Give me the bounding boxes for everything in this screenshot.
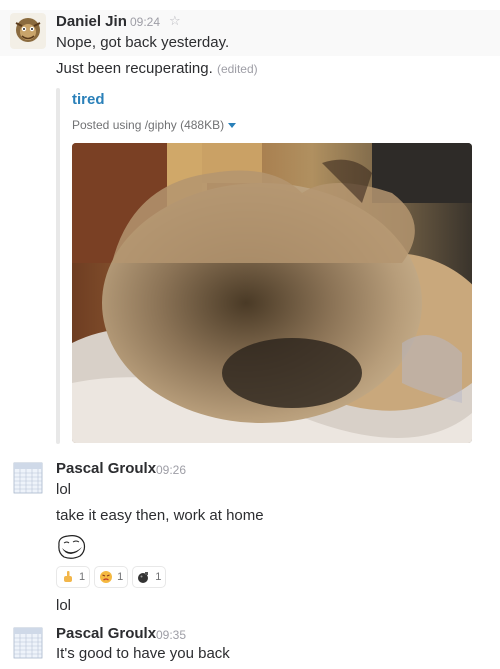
message-text-line: Just been recuperating.	[56, 60, 213, 77]
message-timestamp[interactable]: 09:26	[156, 463, 186, 477]
message-text: take it easy then, work at home	[56, 507, 264, 524]
message-timestamp[interactable]: 09:35	[156, 628, 186, 642]
edited-label: (edited)	[216, 62, 258, 76]
avatar[interactable]	[10, 625, 46, 661]
sender-name[interactable]: Daniel Jin	[56, 13, 127, 30]
attachment-title-link[interactable]: tired	[72, 91, 105, 108]
star-icon[interactable]: ☆	[169, 13, 181, 29]
trollface-emoji	[56, 533, 86, 561]
attachment-meta: Posted using /giphy (488KB)	[72, 118, 237, 132]
avatar[interactable]	[10, 13, 46, 49]
angry-face-icon	[100, 571, 113, 583]
message-timestamp[interactable]: 09:24	[130, 15, 160, 29]
message-text: Nope, got back yesterday.	[56, 34, 230, 51]
reactions-bar: 1 1 1	[56, 566, 167, 588]
middle-finger-emoji-icon	[64, 571, 72, 582]
giphy-image[interactable]	[72, 143, 472, 443]
avatar[interactable]	[10, 460, 46, 496]
message-text: lol	[56, 481, 72, 498]
message-text: It's good to have you back	[56, 645, 230, 662]
sender-name[interactable]: Pascal Groulx	[56, 460, 156, 477]
sender-name[interactable]: Pascal Groulx	[56, 625, 156, 642]
reaction-count: 1	[155, 571, 162, 583]
attachment-size: (488KB)	[180, 118, 225, 132]
attachment-meta-prefix: Posted using /giphy	[72, 118, 181, 132]
bomb-icon	[138, 572, 149, 583]
caret-down-icon[interactable]	[228, 123, 237, 128]
reaction-count: 1	[117, 571, 124, 583]
message-text: lol	[56, 597, 72, 614]
message-text: Just been recuperating. (edited)	[56, 60, 258, 77]
reaction-pill[interactable]: 1	[132, 566, 167, 588]
attachment-border	[56, 88, 60, 444]
reaction-pill[interactable]: 1	[94, 566, 129, 588]
reaction-pill[interactable]: 1	[56, 566, 91, 588]
reaction-count: 1	[79, 571, 86, 583]
